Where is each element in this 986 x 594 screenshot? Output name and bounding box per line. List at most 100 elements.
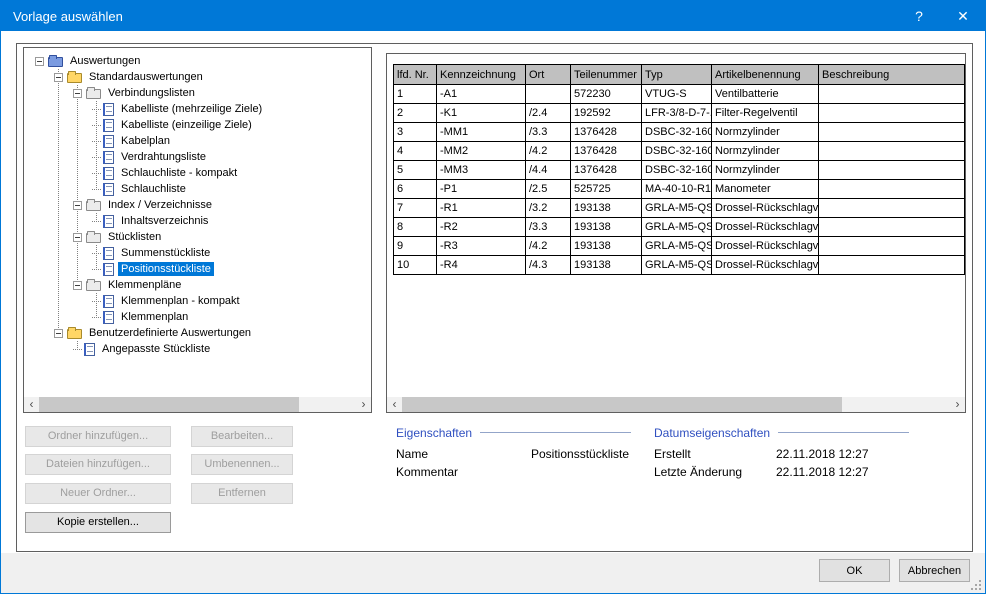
date-properties-title: Datumseigenschaften [654, 426, 770, 440]
table-row[interactable]: 9-R3/4.2193138GRLA-M5-QS...Drossel-Rücks… [394, 237, 965, 256]
section-divider [778, 432, 909, 433]
folder-icon [67, 73, 82, 83]
tree-item-label: Verbindungslisten [105, 86, 198, 100]
table-cell: -K1 [437, 104, 526, 123]
tree-item-label: Stücklisten [105, 230, 164, 244]
dialog-footer: OK Abbrechen [1, 553, 985, 594]
collapse-toggle-icon[interactable] [73, 89, 82, 98]
tree-item-label: Schlauchliste - kompakt [118, 166, 240, 180]
table-horizontal-scrollbar[interactable]: ‹ › [387, 397, 965, 412]
scroll-left-icon[interactable]: ‹ [24, 397, 39, 412]
scroll-right-icon[interactable]: › [356, 397, 371, 412]
table-cell: -R3 [437, 237, 526, 256]
scrollbar-thumb[interactable] [39, 397, 299, 412]
tree-connector-line [96, 213, 97, 221]
table-cell: 5 [394, 161, 437, 180]
tree-item-benutzerdefinierte-auswertungen[interactable]: Benutzerdefinierte Auswertungen [24, 325, 371, 341]
entfernen-button[interactable]: Entfernen [191, 483, 293, 504]
collapse-toggle-icon[interactable] [54, 329, 63, 338]
template-select-dialog: Vorlage auswählen ? ✕ AuswertungenStanda… [0, 0, 986, 594]
table-cell: 7 [394, 199, 437, 218]
table-cell: MA-40-10-R1/... [642, 180, 712, 199]
table-row[interactable]: 1-A1572230VTUG-SVentilbatterie [394, 85, 965, 104]
table-cell: VTUG-S [642, 85, 712, 104]
table-row[interactable]: 5-MM3/4.41376428DSBC-32-160...Normzylind… [394, 161, 965, 180]
table-cell: GRLA-M5-QS... [642, 237, 712, 256]
property-label: Letzte Änderung [654, 465, 776, 479]
tree-item-standardauswertungen[interactable]: Standardauswertungen [24, 69, 371, 85]
table-cell: 9 [394, 237, 437, 256]
property-label: Kommentar [396, 465, 531, 479]
kopie-erstellen-button[interactable]: Kopie erstellen... [25, 512, 171, 533]
table-cell: /4.2 [526, 142, 571, 161]
collapse-toggle-icon[interactable] [73, 201, 82, 210]
tree-item-label: Auswertungen [67, 54, 143, 68]
table-cell: -MM2 [437, 142, 526, 161]
tree-connector-line [96, 245, 97, 269]
table-row[interactable]: 6-P1/2.5525725MA-40-10-R1/...Manometer [394, 180, 965, 199]
table-cell: Filter-Regelventil [712, 104, 819, 123]
table-header-row: lfd. Nr.KennzeichnungOrtTeilenummerTypAr… [394, 65, 965, 85]
ok-button[interactable]: OK [819, 559, 890, 582]
table-row[interactable]: 8-R2/3.3193138GRLA-M5-QS...Drossel-Rücks… [394, 218, 965, 237]
template-tree: AuswertungenStandardauswertungenVerbindu… [24, 48, 371, 397]
table-cell: 1 [394, 85, 437, 104]
scrollbar-track[interactable] [402, 397, 950, 412]
document-icon [103, 135, 114, 148]
tree-item-klemmenplan[interactable]: Klemmenplan [24, 309, 371, 325]
dateien-hinzufugen-button[interactable]: Dateien hinzufügen... [25, 454, 171, 475]
table-cell: Manometer [712, 180, 819, 199]
table-cell [819, 85, 965, 104]
document-icon [103, 151, 114, 164]
scroll-left-icon[interactable]: ‹ [387, 397, 402, 412]
collapse-toggle-icon[interactable] [73, 233, 82, 242]
table-row[interactable]: 7-R1/3.2193138GRLA-M5-QS...Drossel-Rücks… [394, 199, 965, 218]
table-cell: 193138 [571, 218, 642, 237]
property-label: Name [396, 447, 531, 461]
tree-item-klemmenplan-kompakt[interactable]: Klemmenplan - kompakt [24, 293, 371, 309]
ordner-hinzufugen-button[interactable]: Ordner hinzufügen... [25, 426, 171, 447]
tree-connector-line [96, 293, 97, 317]
scroll-right-icon[interactable]: › [950, 397, 965, 412]
collapse-toggle-icon[interactable] [35, 57, 44, 66]
table-row[interactable]: 10-R4/4.3193138GRLA-M5-QS...Drossel-Rück… [394, 256, 965, 275]
tree-item-label: Schlauchliste [118, 182, 189, 196]
scrollbar-track[interactable] [39, 397, 356, 412]
bearbeiten-button[interactable]: Bearbeiten... [191, 426, 293, 447]
folder-icon [86, 201, 101, 211]
tree-horizontal-scrollbar[interactable]: ‹ › [24, 397, 371, 412]
umbenennen-button[interactable]: Umbenennen... [191, 454, 293, 475]
table-cell: Drossel-Rückschlagv... [712, 256, 819, 275]
table-cell [819, 104, 965, 123]
tree-item-auswertungen[interactable]: Auswertungen [24, 53, 371, 69]
table-row[interactable]: 4-MM2/4.21376428DSBC-32-160...Normzylind… [394, 142, 965, 161]
table-row[interactable]: 3-MM1/3.31376428DSBC-32-160...Normzylind… [394, 123, 965, 142]
title-bar: Vorlage auswählen ? ✕ [1, 1, 985, 31]
table-cell: 10 [394, 256, 437, 275]
neuer-ordner-button[interactable]: Neuer Ordner... [25, 483, 171, 504]
collapse-toggle-icon[interactable] [54, 73, 63, 82]
tree-connector-line [96, 101, 97, 189]
cancel-button[interactable]: Abbrechen [899, 559, 970, 582]
tree-connector-line [58, 69, 59, 333]
collapse-toggle-icon[interactable] [73, 281, 82, 290]
property-value: 22.11.2018 12:27 [776, 447, 869, 461]
document-icon [103, 183, 114, 196]
table-cell: 2 [394, 104, 437, 123]
column-header-artikelbenennung: Artikelbenennung [712, 65, 819, 85]
table-cell: /3.2 [526, 199, 571, 218]
resize-grip[interactable] [979, 588, 981, 590]
column-header-beschreibung: Beschreibung [819, 65, 965, 85]
table-cell: 3 [394, 123, 437, 142]
table-cell: 6 [394, 180, 437, 199]
scrollbar-thumb[interactable] [402, 397, 842, 412]
property-row-name: NamePositionsstückliste [396, 445, 631, 463]
document-icon [103, 167, 114, 180]
table-cell: -MM3 [437, 161, 526, 180]
property-row-erstellt: Erstellt22.11.2018 12:27 [654, 445, 909, 463]
table-cell [819, 142, 965, 161]
help-icon[interactable]: ? [897, 1, 941, 31]
table-row[interactable]: 2-K1/2.4192592LFR-3/8-D-7-...Filter-Rege… [394, 104, 965, 123]
close-icon[interactable]: ✕ [941, 1, 985, 31]
document-icon [103, 295, 114, 308]
